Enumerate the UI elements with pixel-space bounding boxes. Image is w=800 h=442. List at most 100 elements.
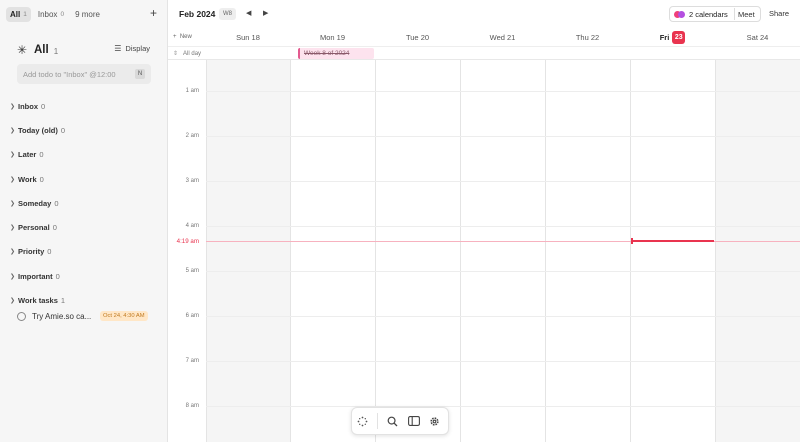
day-column-mon[interactable] bbox=[290, 60, 375, 442]
day-name: Fri bbox=[659, 32, 670, 42]
next-week-icon[interactable]: ▶ bbox=[263, 9, 268, 17]
all-day-text: All day bbox=[183, 51, 202, 57]
todo-groups: ❯ Inbox 0 ❯ Today (old) 0 ❯ Later 0 ❯ Work 0 ❯ So… bbox=[10, 94, 160, 313]
day-column-sun[interactable] bbox=[206, 60, 290, 442]
calendars-dots-icon[interactable] bbox=[674, 10, 685, 18]
tab-inbox[interactable]: Inbox 0 bbox=[34, 7, 68, 22]
gear-icon[interactable] bbox=[424, 407, 445, 435]
sliders-icon: ☰ bbox=[114, 44, 122, 53]
list-count: 1 bbox=[53, 46, 59, 56]
list-header: ✳ All 1 ☰ Display bbox=[17, 42, 152, 58]
tab-inbox-count: 0 bbox=[60, 10, 65, 18]
day-num: 18 bbox=[251, 32, 260, 42]
chevron-down-icon: ❯ bbox=[10, 103, 16, 110]
task-checkbox[interactable] bbox=[17, 311, 26, 321]
group-count: 0 bbox=[41, 101, 46, 111]
group-count: 0 bbox=[60, 125, 66, 135]
search-icon[interactable] bbox=[382, 407, 403, 435]
day-num: 22 bbox=[590, 32, 600, 42]
tab-more[interactable]: 9 more bbox=[71, 7, 104, 22]
chevron-down-icon: ❯ bbox=[10, 273, 16, 280]
chevron-down-icon: ❯ bbox=[10, 176, 16, 183]
task-item[interactable]: Try Amie.so ca... Oct 24, 4:30 AM bbox=[17, 309, 151, 323]
sidebar-icon[interactable] bbox=[403, 407, 424, 435]
today-badge: 23 bbox=[672, 30, 686, 44]
hour-line bbox=[206, 226, 800, 227]
chevron-down-icon: ❯ bbox=[10, 200, 16, 207]
plus-icon[interactable]: + bbox=[150, 7, 157, 20]
expand-icon[interactable]: ⇕ bbox=[173, 51, 178, 57]
chevron-down-icon: ❯ bbox=[10, 225, 16, 232]
day-num: 21 bbox=[507, 32, 516, 42]
day-header-sat[interactable]: Sat 24 bbox=[715, 28, 800, 46]
group-count: 1 bbox=[60, 296, 66, 306]
day-name: Sat bbox=[746, 32, 758, 42]
list-title: All bbox=[34, 44, 49, 56]
day-num: 20 bbox=[420, 32, 430, 42]
group-count: 0 bbox=[54, 198, 59, 208]
sidebar-tabs: All 1 Inbox 0 9 more + bbox=[6, 6, 161, 22]
day-column-tue[interactable] bbox=[375, 60, 460, 442]
current-time-tick bbox=[631, 238, 633, 244]
day-header-mon[interactable]: Mon 19 bbox=[290, 28, 375, 46]
hour-label: 4 am bbox=[185, 223, 199, 229]
tab-all-label: All bbox=[10, 9, 21, 19]
hour-label: 2 am bbox=[185, 133, 199, 139]
day-header-wed[interactable]: Wed 21 bbox=[460, 28, 545, 46]
group-name: Personal bbox=[18, 223, 50, 233]
share-button[interactable]: Share bbox=[769, 9, 789, 18]
group-count: 0 bbox=[39, 150, 44, 160]
day-header-tue[interactable]: Tue 20 bbox=[375, 28, 460, 46]
add-todo-input[interactable] bbox=[23, 69, 135, 79]
week-badge: W8 bbox=[219, 8, 236, 20]
group-count: 0 bbox=[39, 174, 44, 184]
group-personal[interactable]: ❯ Personal 0 bbox=[10, 215, 160, 239]
hour-label: 6 am bbox=[185, 313, 199, 319]
group-priority[interactable]: ❯ Priority 0 bbox=[10, 240, 160, 264]
sparkle-icon: ✳ bbox=[17, 43, 28, 57]
all-day-row: ⇕ All day Week 8 of 2024 bbox=[168, 46, 800, 60]
group-work[interactable]: ❯ Work 0 bbox=[10, 167, 160, 191]
month-title: Feb 2024 bbox=[179, 9, 216, 19]
prev-week-icon[interactable]: ◀ bbox=[246, 9, 251, 17]
new-event-button[interactable]: + New bbox=[173, 34, 192, 40]
day-column-sat[interactable] bbox=[715, 60, 800, 442]
add-todo-field[interactable]: N bbox=[17, 64, 151, 84]
day-column-fri[interactable] bbox=[630, 60, 715, 442]
group-important[interactable]: ❯ Important 0 bbox=[10, 264, 160, 288]
day-name: Mon bbox=[319, 32, 335, 42]
group-inbox[interactable]: ❯ Inbox 0 bbox=[10, 94, 160, 118]
hour-line bbox=[206, 406, 800, 407]
new-label: New bbox=[179, 34, 192, 40]
sparkle-icon[interactable] bbox=[352, 407, 373, 435]
day-header-fri[interactable]: Fri 23 bbox=[630, 28, 715, 46]
group-name: Later bbox=[18, 150, 37, 160]
task-text: Try Amie.so ca... bbox=[32, 311, 92, 321]
group-name: Inbox bbox=[18, 101, 38, 111]
group-someday[interactable]: ❯ Someday 0 bbox=[10, 191, 160, 215]
hour-line bbox=[206, 181, 800, 182]
hour-line bbox=[206, 316, 800, 317]
shortcut-key: N bbox=[135, 69, 145, 79]
tab-more-label: 9 more bbox=[75, 9, 100, 19]
hour-label: 7 am bbox=[185, 358, 199, 364]
hour-label: 3 am bbox=[185, 178, 199, 184]
calendars-button[interactable]: 2 calendars bbox=[689, 10, 728, 19]
all-day-event[interactable]: Week 8 of 2024 bbox=[298, 48, 374, 59]
display-button[interactable]: ☰ Display bbox=[114, 44, 150, 53]
hour-label: 5 am bbox=[185, 268, 199, 274]
all-day-label: ⇕ All day bbox=[173, 50, 201, 57]
task-date-badge: Oct 24, 4:30 AM bbox=[100, 311, 148, 321]
group-name: Priority bbox=[18, 247, 45, 257]
group-later[interactable]: ❯ Later 0 bbox=[10, 143, 160, 167]
group-today-old[interactable]: ❯ Today (old) 0 bbox=[10, 118, 160, 142]
week-calendar: + New Sun 18 Mon 19 Tue 20 Wed 21 Thu 22… bbox=[168, 28, 800, 442]
tab-all[interactable]: All 1 bbox=[6, 6, 31, 22]
day-header-thu[interactable]: Thu 22 bbox=[545, 28, 630, 46]
day-column-wed[interactable] bbox=[460, 60, 545, 442]
day-header-sun[interactable]: Sun 18 bbox=[206, 28, 290, 46]
day-column-thu[interactable] bbox=[545, 60, 630, 442]
hour-line bbox=[206, 91, 800, 92]
meet-button[interactable]: Meet bbox=[738, 10, 755, 19]
group-name: Work tasks bbox=[18, 296, 58, 306]
